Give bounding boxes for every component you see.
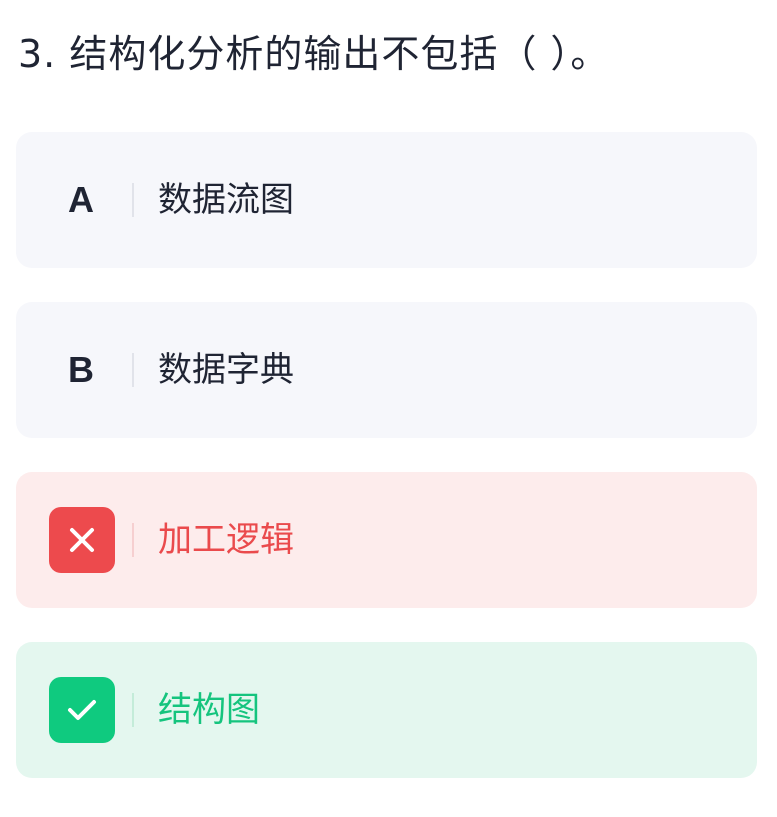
divider [132,183,134,217]
option-d[interactable]: 结构图 [16,642,757,778]
option-b[interactable]: B 数据字典 [16,302,757,438]
divider [132,523,134,557]
option-text: 数据流图 [158,180,294,220]
check-icon [49,677,115,743]
option-letter: B [68,349,94,390]
option-letter: A [68,179,94,220]
option-c[interactable]: 加工逻辑 [16,472,757,608]
divider [132,353,134,387]
option-a[interactable]: A 数据流图 [16,132,757,268]
option-text: 加工逻辑 [158,520,294,560]
option-text: 结构图 [158,690,260,730]
option-text: 数据字典 [158,350,294,390]
divider [132,693,134,727]
question-text: 3. 结构化分析的输出不包括（ ）。 [18,32,610,76]
close-icon [49,507,115,573]
